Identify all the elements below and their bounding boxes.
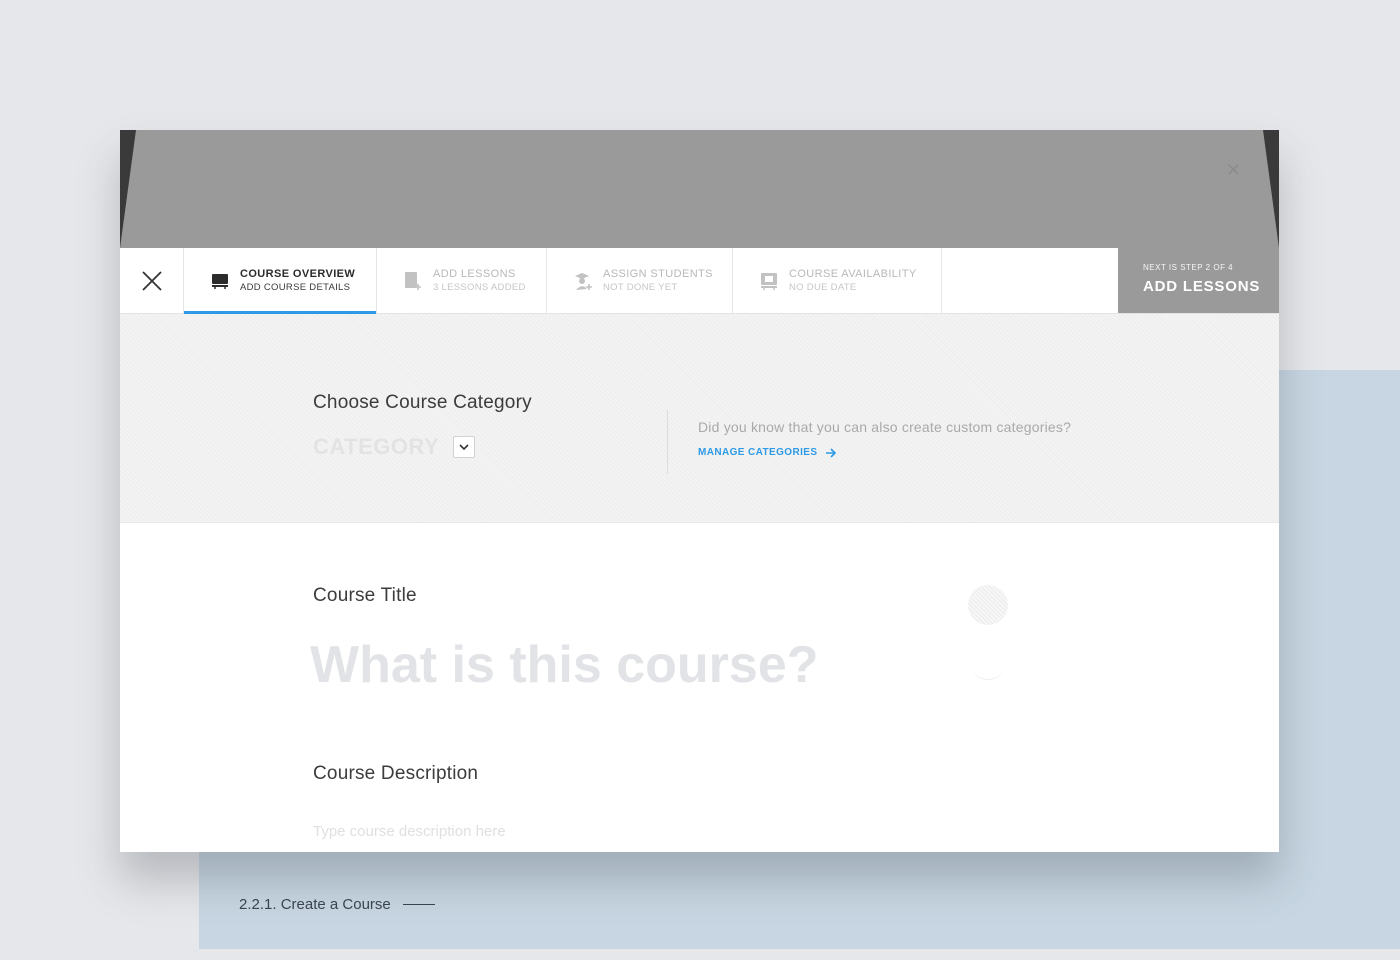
add-document-icon bbox=[403, 271, 423, 291]
step-assign-students[interactable]: Assign Students Not done yet bbox=[547, 248, 733, 313]
monitor-icon bbox=[210, 271, 230, 291]
next-step-button[interactable]: Next is step 2 of 4 Add Lessons bbox=[1118, 248, 1279, 313]
stepbar-spacer bbox=[942, 248, 1118, 313]
modal-header-backdrop: ✕ bbox=[120, 130, 1279, 248]
category-dropdown-toggle[interactable] bbox=[453, 436, 476, 458]
decorative-arc bbox=[972, 655, 1004, 680]
step-subtitle: 3 lessons added bbox=[433, 282, 526, 293]
caption-line bbox=[402, 903, 435, 905]
section-divider bbox=[667, 410, 668, 474]
add-student-icon bbox=[573, 271, 593, 291]
step-subtitle: Add course details bbox=[240, 282, 351, 293]
create-course-modal: ✕ Course Overview Add course details bbox=[120, 130, 1279, 852]
course-description-input[interactable] bbox=[313, 818, 933, 844]
step-navigation: Course Overview Add course details Add L… bbox=[120, 248, 1279, 314]
category-select[interactable]: CATEGORY bbox=[313, 434, 476, 460]
step-title: Add Lessons bbox=[433, 268, 516, 280]
step-subtitle: Not done yet bbox=[603, 282, 678, 293]
calendar-board-icon bbox=[759, 271, 779, 291]
hero-edge-right bbox=[1263, 130, 1279, 248]
step-title: Assign Students bbox=[603, 268, 713, 280]
step-subtitle: No due date bbox=[789, 282, 857, 293]
category-hint: Did you know that you can also create cu… bbox=[698, 419, 1072, 435]
chevron-down-icon bbox=[459, 443, 469, 450]
close-button[interactable] bbox=[120, 248, 184, 313]
next-step-hint: Next is step 2 of 4 bbox=[1143, 263, 1234, 272]
category-value: CATEGORY bbox=[313, 434, 440, 459]
step-add-lessons[interactable]: Add Lessons 3 lessons added bbox=[377, 248, 547, 313]
category-label: Choose Course Category bbox=[313, 392, 532, 413]
category-section: Choose Course Category CATEGORY Did you … bbox=[120, 314, 1279, 523]
step-course-availability[interactable]: Course Availability No due date bbox=[733, 248, 942, 313]
step-title: Course Availability bbox=[789, 268, 917, 280]
step-title: Course Overview bbox=[240, 268, 356, 280]
caption-text: 2.2.1. Create a Course bbox=[239, 895, 391, 913]
course-title-label: Course Title bbox=[313, 585, 417, 606]
course-description-label: Course Description bbox=[313, 763, 479, 784]
faded-close-icon: ✕ bbox=[1225, 160, 1241, 180]
arrow-right-icon bbox=[826, 447, 837, 458]
decorative-circle bbox=[968, 585, 1008, 625]
manage-categories-link[interactable]: Manage Categories bbox=[698, 447, 837, 458]
figure-caption: 2.2.1. Create a Course bbox=[239, 893, 435, 915]
manage-categories-label: Manage Categories bbox=[698, 447, 818, 458]
hero-edge-left bbox=[120, 130, 136, 248]
step-course-overview[interactable]: Course Overview Add course details bbox=[184, 248, 377, 314]
next-step-label: Add Lessons bbox=[1143, 278, 1261, 295]
close-icon bbox=[141, 270, 162, 291]
course-title-input[interactable] bbox=[310, 630, 930, 700]
